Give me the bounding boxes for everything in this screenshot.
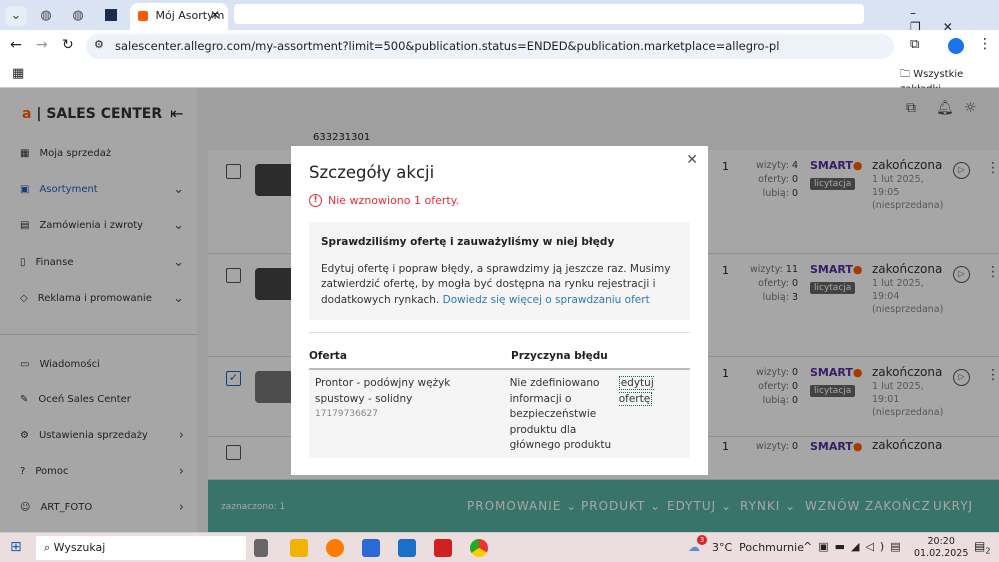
mail-icon[interactable] — [398, 539, 416, 557]
taskbar: ⊞ ⌕ Wyszukaj ☁ 3 3°C Pochmurnie ^▣▬◢◁)▤ … — [0, 532, 999, 562]
offer-name[interactable]: Prontor - podówjny wężyk spustowy - soli… — [315, 376, 500, 407]
active-tab[interactable]: Mój Asortym ✕ — [130, 3, 228, 30]
url-text: salescenter.allegro.com/my-assortment?li… — [115, 39, 780, 53]
forward-icon[interactable]: → — [36, 37, 48, 53]
extensions-icon[interactable]: ⧉ — [910, 37, 919, 52]
info-box: Sprawdziliśmy ofertę i zauważyliśmy w ni… — [309, 222, 690, 320]
firefox-icon[interactable] — [326, 539, 344, 557]
weather-badge: 3 — [697, 535, 707, 545]
gift-icon[interactable] — [434, 539, 452, 557]
notifications-icon[interactable]: ▤2 — [974, 539, 990, 555]
taskbar-search[interactable]: ⌕ Wyszukaj — [36, 536, 246, 560]
site-info-icon[interactable]: ⚙ — [94, 38, 104, 51]
profile-avatar[interactable] — [948, 38, 964, 54]
close-icon[interactable]: ✕ — [686, 152, 698, 168]
tab-strip-space — [234, 4, 864, 24]
store-icon[interactable] — [362, 539, 380, 557]
back-icon[interactable]: ← — [10, 37, 22, 53]
weather-text[interactable]: 3°C Pochmurnie — [712, 541, 804, 554]
action-details-modal: ✕ Szczegóły akcji ! Nie wznowiono 1 ofert… — [291, 146, 708, 475]
info-text: Edytuj ofertę i popraw błędy, a sprawdzi… — [321, 262, 671, 306]
tab-globe-icon[interactable]: ◍ — [36, 6, 56, 26]
search-icon: ⌕ — [44, 541, 51, 554]
chrome-icon[interactable] — [470, 539, 488, 557]
reload-icon[interactable]: ↻ — [62, 37, 74, 53]
tab-search-chevron-icon[interactable]: ⌄ — [5, 6, 27, 26]
url-field[interactable]: ⚙ salescenter.allegro.com/my-assortment?… — [86, 34, 894, 59]
tab-favicon[interactable] — [105, 9, 117, 21]
col-offer: Oferta — [309, 350, 347, 362]
col-reason: Przyczyna błędu — [511, 350, 608, 362]
modal-title: Szczegóły akcji — [309, 163, 435, 182]
table-header: Oferta Przyczyna błędu — [309, 350, 690, 370]
offer-cell: Prontor - podówjny wężyk spustowy - soli… — [309, 376, 510, 454]
error-reason: Nie zdefiniowano informacji o bezpieczeń… — [509, 377, 612, 451]
table-row: Prontor - podówjny wężyk spustowy - soli… — [309, 370, 690, 458]
bookmarks-bar: ▦ 🗀 Wszystkie zakładki — [0, 62, 999, 95]
windows-start-icon[interactable]: ⊞ — [10, 539, 22, 555]
clock[interactable]: 20:20 01.02.2025 — [914, 536, 968, 560]
error-icon: ! — [309, 194, 322, 207]
edit-offer-link[interactable]: edytuj ofertę — [618, 376, 654, 406]
tab-bar: ⌄ ◍ ◍ Mój Asortym ✕ –❐✕ — [0, 0, 999, 34]
file-explorer-icon[interactable] — [290, 539, 308, 557]
system-tray-icons[interactable]: ^▣▬◢◁)▤ — [803, 540, 907, 553]
apps-grid-icon[interactable]: ▦ — [12, 66, 24, 81]
allegro-favicon-icon — [138, 11, 148, 21]
offer-id: 17179736627 — [315, 409, 378, 419]
error-message: ! Nie wznowiono 1 oferty. — [309, 194, 690, 207]
search-placeholder: Wyszukaj — [53, 541, 106, 554]
divider — [309, 332, 690, 333]
learn-more-link[interactable]: Dowiedz się więcej o sprawdzaniu ofert — [443, 294, 650, 306]
menu-icon[interactable]: ⋮ — [978, 36, 992, 52]
task-view-icon[interactable] — [254, 539, 268, 557]
tab-globe-icon[interactable]: ◍ — [68, 6, 88, 26]
info-title: Sprawdziliśmy ofertę i zauważyliśmy w ni… — [321, 236, 615, 248]
close-tab-icon[interactable]: ✕ — [210, 8, 220, 22]
